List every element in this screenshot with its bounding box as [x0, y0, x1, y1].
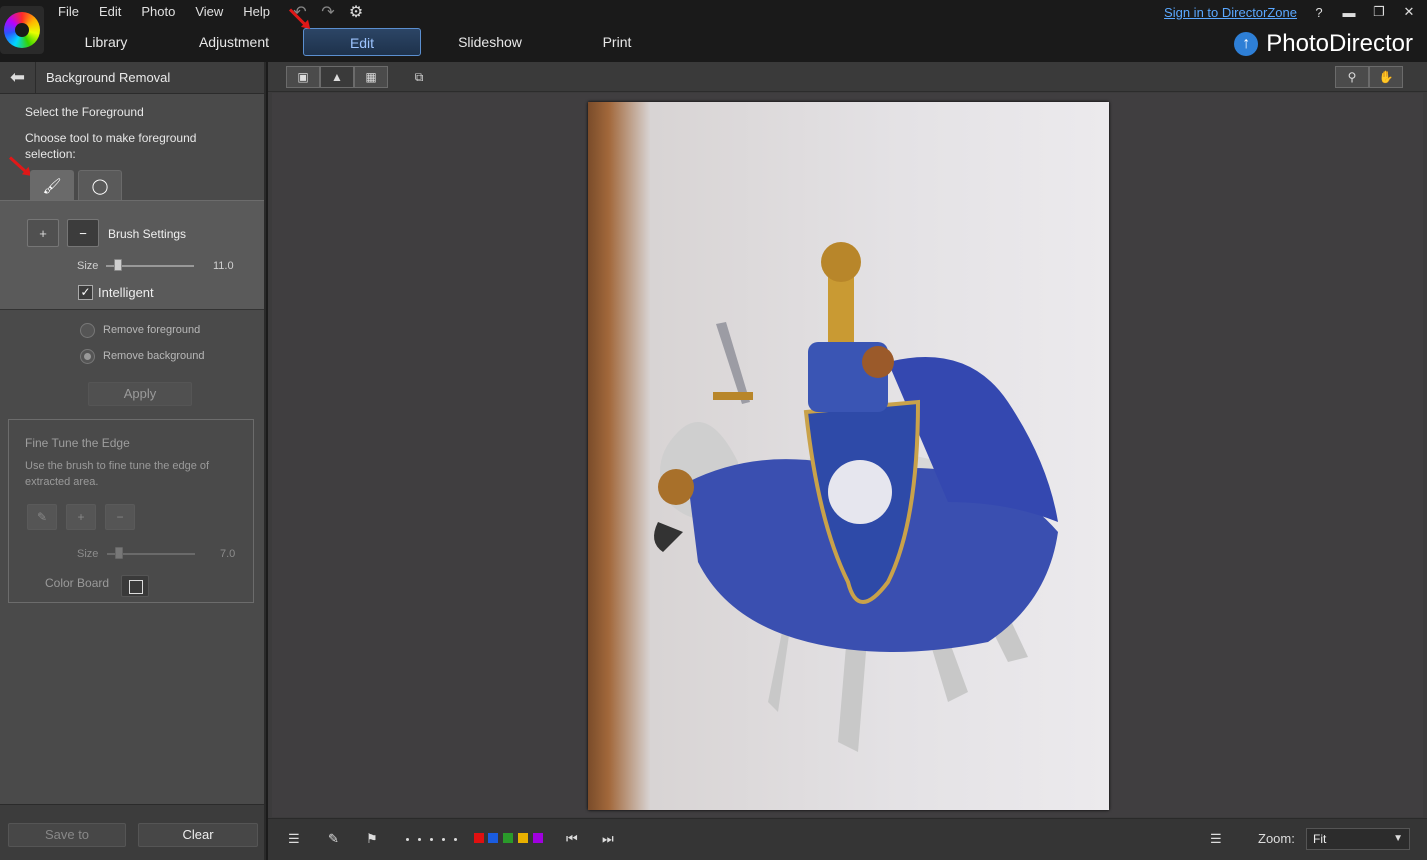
top-right-links: Sign in to DirectorZone ? ▬ ❐ ✕: [1164, 4, 1417, 20]
chevron-down-icon: ▼: [1393, 833, 1403, 844]
photo-canvas[interactable]: [272, 93, 1423, 817]
size-label: Size: [77, 260, 99, 272]
editor-main: ▣ ▲ ▦ ⧉ ⚲ ✋ ☰ ✎ ⚑ ⏮ ⏭ ☰ Zoom: Fit ▼: [268, 62, 1427, 860]
zoom-value: Fit: [1313, 832, 1327, 846]
tab-adjustment[interactable]: Adjustment: [188, 28, 280, 56]
save-to-button[interactable]: Save to: [8, 823, 126, 847]
brush-add-icon[interactable]: +: [27, 219, 59, 247]
menu-bar: File Edit Photo View Help: [58, 4, 290, 19]
rating-dot-5[interactable]: [454, 838, 457, 841]
close-icon[interactable]: ✕: [1401, 4, 1417, 20]
fine-brush-icon[interactable]: ✎: [27, 504, 57, 530]
app-logo[interactable]: [0, 6, 44, 54]
rotate-icon[interactable]: ☰: [288, 831, 300, 847]
remove-background-label: Remove background: [103, 350, 205, 362]
intelligent-label: Intelligent: [98, 285, 154, 300]
tab-library[interactable]: Library: [66, 28, 146, 56]
previous-icon[interactable]: ⏮: [566, 831, 578, 847]
clear-button[interactable]: Clear: [138, 823, 258, 847]
color-label-purple[interactable]: [533, 833, 543, 843]
color-label-green[interactable]: [503, 833, 513, 843]
fine-subtract-icon[interactable]: −: [105, 504, 135, 530]
list-menu-icon[interactable]: ☰: [1210, 831, 1222, 847]
fine-add-icon[interactable]: +: [66, 504, 96, 530]
zoom-tool-icon[interactable]: ⚲: [1335, 66, 1369, 88]
edit-tag-icon[interactable]: ✎: [328, 831, 339, 847]
fine-size-label: Size: [77, 548, 99, 560]
back-arrow-icon[interactable]: ⬅: [0, 61, 36, 94]
remove-foreground-radio[interactable]: [80, 323, 95, 338]
color-label-red[interactable]: [474, 833, 484, 843]
size-slider-thumb[interactable]: [114, 259, 122, 271]
remove-background-radio[interactable]: [80, 349, 95, 364]
restore-icon[interactable]: ❐: [1371, 4, 1387, 20]
background-removal-panel: ⬅ Background Removal Select the Foregrou…: [0, 61, 266, 860]
color-label-blue[interactable]: [488, 833, 498, 843]
size-value: 11.0: [213, 260, 234, 272]
next-icon[interactable]: ⏭: [602, 831, 614, 847]
zoom-label: Zoom:: [1258, 831, 1295, 846]
rating-dot-1[interactable]: [406, 838, 409, 841]
tab-print[interactable]: Print: [592, 28, 642, 56]
flag-icon[interactable]: ⚑: [366, 831, 378, 847]
single-view-icon[interactable]: ▣: [286, 66, 320, 88]
brand-name: PhotoDirector: [1266, 30, 1413, 57]
hand-tool-icon[interactable]: ✋: [1369, 66, 1403, 88]
color-board-label: Color Board: [45, 576, 110, 590]
compare-view-icon[interactable]: ▲: [320, 66, 354, 88]
minimize-icon[interactable]: ▬: [1341, 5, 1357, 20]
photodirector-window: File Edit Photo View Help ↶ ↷ ⚙ Library …: [0, 0, 1427, 860]
signin-link[interactable]: Sign in to DirectorZone: [1164, 5, 1297, 20]
help-button[interactable]: ?: [1311, 5, 1327, 20]
fine-tune-description: Use the brush to fine tune the edge of e…: [25, 460, 210, 488]
brand-logo: ↑ PhotoDirector: [1234, 30, 1413, 58]
zoom-select[interactable]: Fit ▼: [1306, 828, 1410, 850]
panel-footer: Save to Clear: [0, 804, 264, 860]
rating-dot-4[interactable]: [442, 838, 445, 841]
fine-tune-box: Fine Tune the Edge Use the brush to fine…: [8, 419, 254, 603]
fine-tune-title: Fine Tune the Edge: [25, 436, 130, 450]
grid-view-icon[interactable]: ▦: [354, 66, 388, 88]
brush-settings-box: + − Brush Settings Size 11.0 ✓ Intellige…: [0, 200, 264, 310]
title-bar: File Edit Photo View Help ↶ ↷ ⚙ Library …: [0, 0, 1427, 62]
status-bar: ☰ ✎ ⚑ ⏮ ⏭ ☰ Zoom: Fit ▼: [268, 818, 1427, 860]
photo-knight-figurine[interactable]: [588, 102, 1109, 810]
smart-brush-icon[interactable]: 🖌: [30, 170, 74, 200]
upload-arrow-icon: ↑: [1234, 32, 1259, 56]
menu-edit[interactable]: Edit: [99, 4, 121, 19]
tab-slideshow[interactable]: Slideshow: [450, 28, 530, 56]
aperture-icon: [4, 12, 40, 48]
view-toolbar: ▣ ▲ ▦ ⧉ ⚲ ✋: [268, 62, 1427, 92]
panel-title: Background Removal: [46, 70, 171, 85]
color-label-yellow[interactable]: [518, 833, 528, 843]
menu-view[interactable]: View: [195, 4, 223, 19]
apply-button[interactable]: Apply: [88, 382, 192, 406]
fine-size-value: 7.0: [220, 548, 236, 560]
remove-foreground-label: Remove foreground: [103, 324, 201, 336]
menu-photo[interactable]: Photo: [141, 4, 175, 19]
brush-subtract-icon[interactable]: −: [67, 219, 99, 247]
selection-tool-tabs: 🖌 ◯: [30, 170, 122, 200]
rating-dot-2[interactable]: [418, 838, 421, 841]
panel-header: ⬅ Background Removal: [0, 61, 264, 94]
gear-icon[interactable]: ⚙: [346, 2, 366, 22]
brush-settings-label: Brush Settings: [108, 227, 187, 241]
color-board-swatch[interactable]: [121, 575, 149, 597]
fullscreen-icon[interactable]: ⧉: [402, 66, 436, 88]
menu-file[interactable]: File: [58, 4, 79, 19]
lasso-icon[interactable]: ◯: [78, 170, 122, 200]
choose-tool-label: Choose tool to make foreground selection…: [25, 131, 197, 161]
knight-figurine-image: [654, 242, 1058, 752]
rating-dot-3[interactable]: [430, 838, 433, 841]
fine-size-thumb[interactable]: [115, 547, 123, 559]
redo-icon[interactable]: ↷: [318, 2, 338, 22]
select-foreground-label: Select the Foreground: [25, 105, 144, 119]
intelligent-checkbox[interactable]: ✓: [78, 285, 93, 300]
tab-edit[interactable]: Edit: [303, 28, 421, 56]
menu-help[interactable]: Help: [243, 4, 270, 19]
